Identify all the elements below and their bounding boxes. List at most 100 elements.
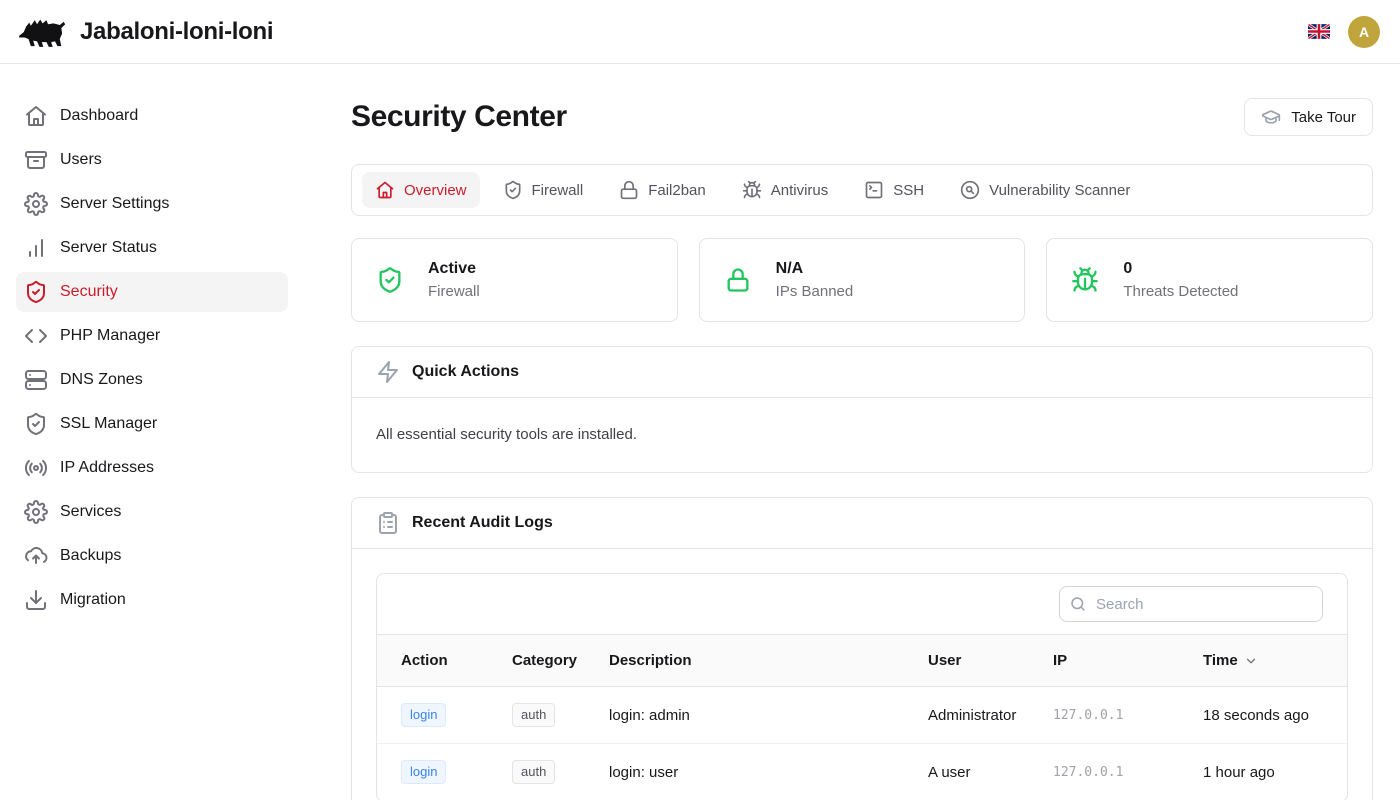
status-cards: Active Firewall N/A IPs Banned 0 Threats… — [351, 238, 1373, 322]
search-circle-icon — [960, 180, 980, 200]
lightning-bolt-icon — [376, 360, 400, 384]
shield-check-icon — [503, 180, 523, 200]
shield-check-icon — [376, 266, 404, 294]
bug-icon — [1071, 266, 1099, 294]
tab-label: Vulnerability Scanner — [989, 182, 1130, 199]
sidebar-item-label: Migration — [60, 591, 126, 609]
tab-overview[interactable]: Overview — [362, 172, 480, 208]
graduation-cap-icon — [1261, 107, 1281, 127]
sidebar-item-backups[interactable]: Backups — [16, 536, 288, 576]
sidebar-item-users[interactable]: Users — [16, 140, 288, 180]
table-row[interactable]: login auth login: user A user 127.0.0.1 … — [377, 744, 1347, 800]
ips-banned-card: N/A IPs Banned — [699, 238, 1026, 322]
column-header-user[interactable]: User — [928, 635, 1053, 687]
stat-label: Firewall — [428, 283, 480, 300]
column-header-description[interactable]: Description — [609, 635, 928, 687]
sidebar-item-ip-addresses[interactable]: IP Addresses — [16, 448, 288, 488]
take-tour-button[interactable]: Take Tour — [1244, 98, 1373, 136]
sidebar-item-dashboard[interactable]: Dashboard — [16, 96, 288, 136]
chevron-down-icon — [1244, 654, 1258, 668]
stat-value: 0 — [1123, 260, 1238, 278]
sidebar-item-label: Users — [60, 151, 102, 169]
description-cell: login: user — [609, 744, 928, 800]
tab-ssh[interactable]: SSH — [851, 172, 937, 208]
bug-icon — [742, 180, 762, 200]
main-content: Security Center Take Tour Overview Firew… — [304, 64, 1400, 800]
sidebar-item-label: Dashboard — [60, 107, 138, 125]
category-badge: auth — [512, 703, 555, 727]
sidebar-item-label: Server Status — [60, 239, 157, 257]
security-tabs: Overview Firewall Fail2ban Antivirus SSH… — [351, 164, 1373, 216]
sidebar-item-label: Backups — [60, 547, 121, 565]
archive-box-icon — [24, 148, 48, 172]
sidebar-item-label: DNS Zones — [60, 371, 143, 389]
tab-label: Firewall — [532, 182, 584, 199]
home-icon — [375, 180, 395, 200]
column-header-ip[interactable]: IP — [1053, 635, 1203, 687]
user-cell: A user — [928, 744, 1053, 800]
tab-antivirus[interactable]: Antivirus — [729, 172, 842, 208]
tab-label: SSH — [893, 182, 924, 199]
brand[interactable]: Jabaloni-loni-loni — [16, 13, 273, 51]
column-header-category[interactable]: Category — [512, 635, 609, 687]
sidebar-item-php-manager[interactable]: PHP Manager — [16, 316, 288, 356]
top-header: Jabaloni-loni-loni A — [0, 0, 1400, 64]
sidebar-item-label: SSL Manager — [60, 415, 157, 433]
audit-logs-table: Action Category Description User IP Time — [377, 634, 1347, 800]
ip-cell: 127.0.0.1 — [1053, 744, 1203, 800]
stat-label: IPs Banned — [776, 283, 854, 300]
table-header-row: Action Category Description User IP Time — [377, 635, 1347, 687]
sidebar-item-migration[interactable]: Migration — [16, 580, 288, 620]
sidebar-item-label: Services — [60, 503, 121, 521]
table-row[interactable]: login auth login: admin Administrator 12… — [377, 687, 1347, 744]
user-avatar[interactable]: A — [1348, 16, 1380, 48]
ip-cell: 127.0.0.1 — [1053, 687, 1203, 744]
sidebar-item-label: PHP Manager — [60, 327, 160, 345]
app-title: Jabaloni-loni-loni — [80, 18, 273, 46]
stat-value: Active — [428, 260, 480, 278]
quick-actions-title: Quick Actions — [412, 363, 519, 381]
stat-label: Threats Detected — [1123, 283, 1238, 300]
sidebar-item-security[interactable]: Security — [16, 272, 288, 312]
description-cell: login: admin — [609, 687, 928, 744]
sidebar-item-label: Server Settings — [60, 195, 169, 213]
user-cell: Administrator — [928, 687, 1053, 744]
audit-logs-table-container: Action Category Description User IP Time — [376, 573, 1348, 800]
take-tour-label: Take Tour — [1291, 109, 1356, 126]
sidebar: Dashboard Users Server Settings Server S… — [0, 64, 304, 800]
time-cell: 1 hour ago — [1203, 744, 1347, 800]
shield-check-icon — [24, 412, 48, 436]
tab-fail2ban[interactable]: Fail2ban — [606, 172, 719, 208]
category-badge: auth — [512, 760, 555, 784]
threats-detected-card: 0 Threats Detected — [1046, 238, 1373, 322]
audit-logs-title: Recent Audit Logs — [412, 514, 553, 532]
column-header-action[interactable]: Action — [377, 635, 512, 687]
radio-waves-icon — [24, 456, 48, 480]
tab-vulnerability-scanner[interactable]: Vulnerability Scanner — [947, 172, 1143, 208]
code-icon — [24, 324, 48, 348]
shield-check-icon — [24, 280, 48, 304]
quick-actions-card: Quick Actions All essential security too… — [351, 346, 1373, 473]
action-badge: login — [401, 760, 446, 784]
sidebar-item-dns-zones[interactable]: DNS Zones — [16, 360, 288, 400]
tab-label: Antivirus — [771, 182, 829, 199]
home-icon — [24, 104, 48, 128]
lock-icon — [724, 266, 752, 294]
language-flag-icon[interactable] — [1308, 24, 1330, 39]
sidebar-item-ssl-manager[interactable]: SSL Manager — [16, 404, 288, 444]
terminal-square-icon — [864, 180, 884, 200]
sidebar-item-server-status[interactable]: Server Status — [16, 228, 288, 268]
tab-label: Overview — [404, 182, 467, 199]
firewall-status-card: Active Firewall — [351, 238, 678, 322]
download-icon — [24, 588, 48, 612]
audit-logs-card: Recent Audit Logs Action — [351, 497, 1373, 800]
sidebar-item-server-settings[interactable]: Server Settings — [16, 184, 288, 224]
gear-icon — [24, 500, 48, 524]
sidebar-item-label: Security — [60, 283, 118, 301]
sidebar-item-services[interactable]: Services — [16, 492, 288, 532]
search-input[interactable] — [1059, 586, 1323, 622]
column-header-time[interactable]: Time — [1203, 635, 1347, 687]
tab-firewall[interactable]: Firewall — [490, 172, 597, 208]
time-cell: 18 seconds ago — [1203, 687, 1347, 744]
lock-icon — [619, 180, 639, 200]
